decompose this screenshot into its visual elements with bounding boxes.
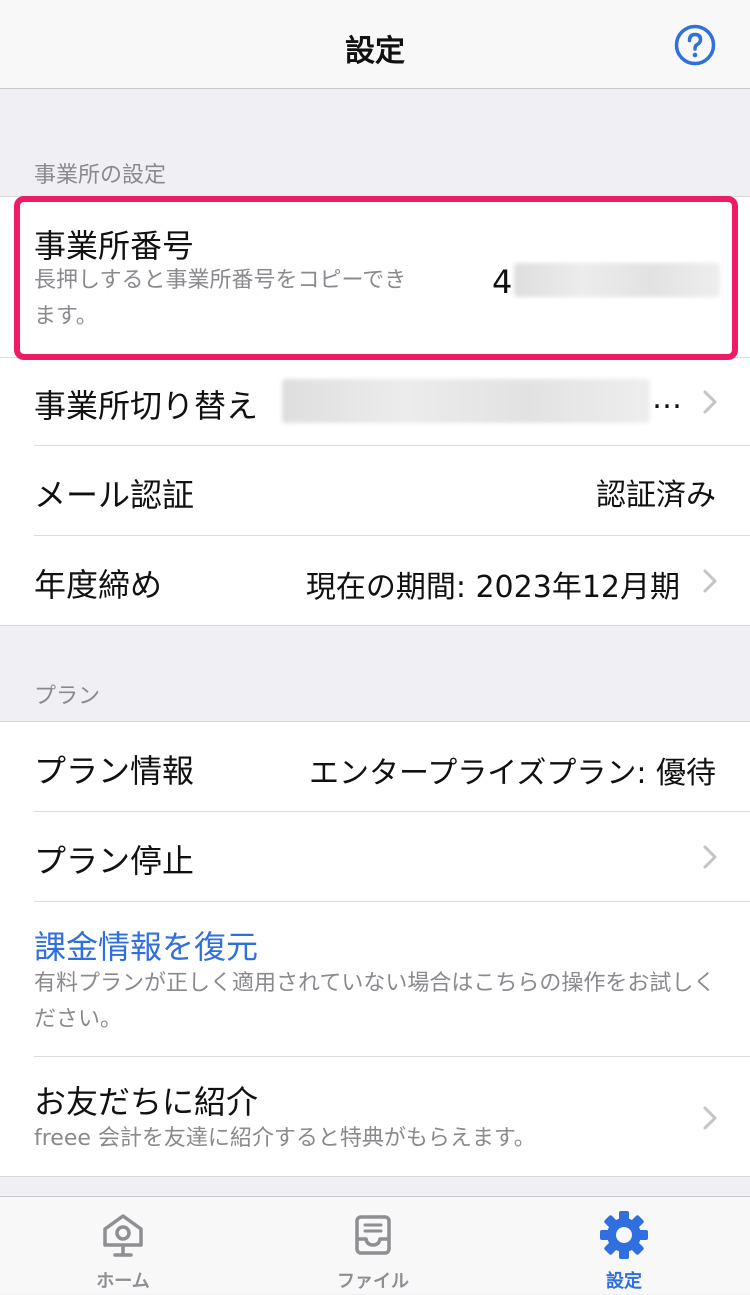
- office-switch-label: 事業所切り替え: [34, 387, 259, 425]
- email-verify-label: メール認証: [34, 476, 195, 514]
- office-name-redacted: [282, 379, 650, 423]
- question-circle-icon[interactable]: [674, 24, 716, 66]
- tab-settings[interactable]: 設定: [549, 1197, 699, 1295]
- chevron-right-icon: [703, 390, 717, 414]
- section-header-plan: プラン: [34, 684, 101, 709]
- tab-home-label: ホーム: [96, 1271, 150, 1292]
- fiscal-period-value: 現在の期間: 2023年12月期: [305, 570, 680, 605]
- tab-file-label: ファイル: [337, 1271, 409, 1292]
- tab-bar: ホーム ファイル 設定: [0, 1196, 750, 1294]
- gear-icon: [600, 1211, 648, 1259]
- plan-info-label: プラン情報: [34, 752, 195, 790]
- plan-group: プラン情報 エンタープライズプラン: 優待 プラン停止 課金情報を復元 有料プラ…: [0, 721, 750, 1177]
- chevron-right-icon: [703, 569, 717, 593]
- plan-stop-label: プラン停止: [34, 842, 195, 880]
- plan-stop-row[interactable]: プラン停止: [0, 812, 750, 901]
- navigation-bar: 設定: [0, 0, 750, 89]
- refer-friend-row[interactable]: お友だちに紹介 freee 会計を友達に紹介すると特典がもらえます。: [0, 1057, 750, 1177]
- fiscal-close-label: 年度締め: [34, 566, 163, 604]
- chevron-right-icon: [703, 845, 717, 869]
- chevron-right-icon: [703, 1106, 717, 1130]
- email-verify-row: メール認証 認証済み: [0, 446, 750, 535]
- office-switch-row[interactable]: 事業所切り替え …: [0, 357, 750, 445]
- home-bird-icon: [103, 1214, 143, 1257]
- fiscal-close-row[interactable]: 年度締め 現在の期間: 2023年12月期: [0, 536, 750, 626]
- restore-billing-description: 有料プランが正しく適用されていない場合はこちらの操作をお試しください。: [34, 971, 716, 1032]
- highlight-frame: [14, 196, 738, 360]
- inbox-tray-icon: [355, 1215, 391, 1255]
- refer-friend-label: お友だちに紹介: [34, 1083, 259, 1121]
- section-header-office: 事業所の設定: [34, 163, 167, 188]
- plan-info-value: エンタープライズプラン: 優待: [309, 756, 716, 791]
- restore-billing-link[interactable]: 課金情報を復元: [34, 922, 258, 968]
- tab-home[interactable]: ホーム: [48, 1197, 198, 1295]
- refer-friend-description: freee 会計を友達に紹介すると特典がもらえます。: [34, 1126, 536, 1151]
- tab-settings-label: 設定: [606, 1271, 642, 1292]
- plan-info-row: プラン情報 エンタープライズプラン: 優待: [0, 722, 750, 811]
- page-title: 設定: [345, 34, 405, 69]
- restore-billing-row[interactable]: 課金情報を復元 有料プランが正しく適用されていない場合はこちらの操作をお試しくだ…: [0, 902, 750, 1056]
- tab-file[interactable]: ファイル: [298, 1197, 448, 1295]
- email-verify-status: 認証済み: [596, 478, 716, 513]
- office-switch-ellipsis: …: [652, 381, 682, 416]
